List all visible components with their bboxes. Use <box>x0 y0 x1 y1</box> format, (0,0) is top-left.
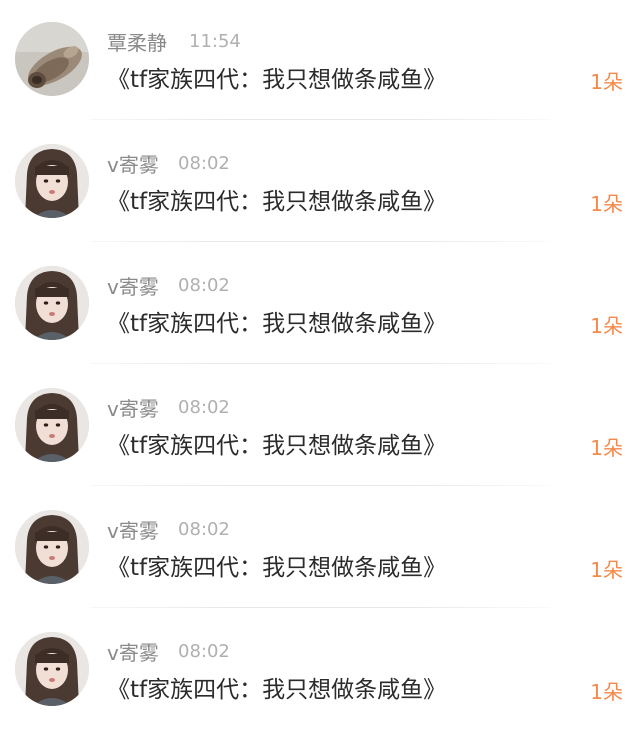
avatar[interactable] <box>15 510 89 584</box>
message-text: 《tf家族四代：我只想做条咸鱼》 <box>107 67 447 93</box>
list-item[interactable]: v寄雾 08:02 《tf家族四代：我只想做条咸鱼》 1朵 <box>0 610 640 732</box>
list-item[interactable]: v寄雾 08:02 《tf家族四代：我只想做条咸鱼》 1朵 <box>0 366 640 488</box>
flower-count: 1朵 <box>590 680 623 704</box>
sender-name[interactable]: v寄雾 <box>107 637 159 666</box>
avatar[interactable] <box>15 632 89 706</box>
flower-count: 1朵 <box>590 314 623 338</box>
avatar[interactable] <box>15 388 89 462</box>
list-item[interactable]: 覃柔静 11:54 《tf家族四代：我只想做条咸鱼》 1朵 <box>0 0 640 122</box>
girl-photo-icon <box>15 510 89 584</box>
divider <box>90 363 550 364</box>
girl-photo-icon <box>15 144 89 218</box>
sender-name[interactable]: v寄雾 <box>107 271 159 300</box>
message-text: 《tf家族四代：我只想做条咸鱼》 <box>107 311 447 337</box>
timestamp: 08:02 <box>178 153 230 174</box>
timestamp: 11:54 <box>189 31 241 52</box>
girl-photo-icon <box>15 388 89 462</box>
divider <box>90 241 550 242</box>
flower-count: 1朵 <box>590 558 623 582</box>
list-item[interactable]: v寄雾 08:02 《tf家族四代：我只想做条咸鱼》 1朵 <box>0 488 640 610</box>
message-text: 《tf家族四代：我只想做条咸鱼》 <box>107 555 447 581</box>
flower-count: 1朵 <box>590 436 623 460</box>
avatar[interactable] <box>15 22 89 96</box>
avatar[interactable] <box>15 144 89 218</box>
timestamp: 08:02 <box>178 397 230 418</box>
divider <box>90 607 550 608</box>
sender-name[interactable]: 覃柔静 <box>107 27 167 56</box>
sender-name[interactable]: v寄雾 <box>107 515 159 544</box>
divider <box>90 485 550 486</box>
avatar[interactable] <box>15 266 89 340</box>
message-text: 《tf家族四代：我只想做条咸鱼》 <box>107 189 447 215</box>
timestamp: 08:02 <box>178 275 230 296</box>
message-text: 《tf家族四代：我只想做条咸鱼》 <box>107 677 447 703</box>
list-item[interactable]: v寄雾 08:02 《tf家族四代：我只想做条咸鱼》 1朵 <box>0 122 640 244</box>
sender-name[interactable]: v寄雾 <box>107 149 159 178</box>
message-text: 《tf家族四代：我只想做条咸鱼》 <box>107 433 447 459</box>
girl-photo-icon <box>15 266 89 340</box>
divider <box>90 119 550 120</box>
sender-name[interactable]: v寄雾 <box>107 393 159 422</box>
girl-photo-icon <box>15 632 89 706</box>
list-item[interactable]: v寄雾 08:02 《tf家族四代：我只想做条咸鱼》 1朵 <box>0 244 640 366</box>
flower-count: 1朵 <box>590 192 623 216</box>
gift-record-list: 覃柔静 11:54 《tf家族四代：我只想做条咸鱼》 1朵 v寄雾 08:02 … <box>0 0 640 707</box>
timestamp: 08:02 <box>178 519 230 540</box>
flower-count: 1朵 <box>590 70 623 94</box>
timestamp: 08:02 <box>178 641 230 662</box>
shell-photo-icon <box>15 22 89 96</box>
